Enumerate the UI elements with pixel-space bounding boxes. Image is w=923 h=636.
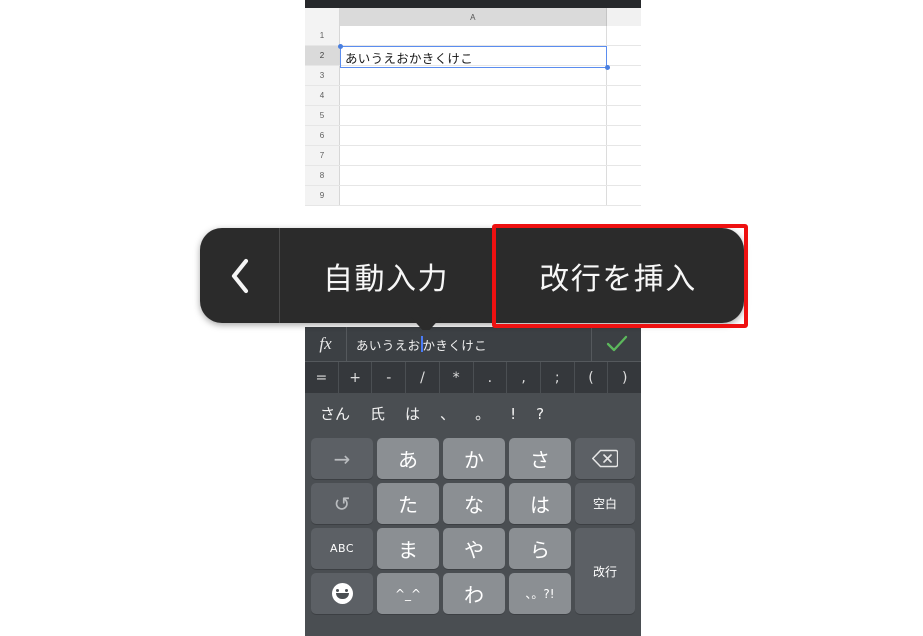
table-row[interactable]: 5 xyxy=(305,106,641,126)
symbol-key-row[interactable]: = + - / * . , ; ( ) xyxy=(305,362,641,393)
formula-bar[interactable]: fx あいうえお かきくけこ xyxy=(305,327,641,362)
suggestion-item[interactable]: さん xyxy=(313,403,357,424)
formula-text-after-caret: かきくけこ xyxy=(422,337,488,353)
suggestion-item[interactable]: 氏 xyxy=(363,403,392,424)
row-header[interactable]: 7 xyxy=(305,146,340,165)
suggestion-item[interactable]: は xyxy=(398,403,427,424)
row-header[interactable]: 5 xyxy=(305,106,340,125)
cell-a3[interactable] xyxy=(340,66,607,85)
row-header[interactable]: 4 xyxy=(305,86,340,105)
table-row[interactable]: 3 xyxy=(305,66,641,86)
row-header[interactable]: 6 xyxy=(305,126,340,145)
symbol-key-equals[interactable]: = xyxy=(305,362,339,393)
table-row[interactable]: 7 xyxy=(305,146,641,166)
cell-b1[interactable] xyxy=(607,26,641,45)
kana-ha-key[interactable]: は xyxy=(509,483,571,524)
table-row[interactable]: 4 xyxy=(305,86,641,106)
column-header-row: A xyxy=(305,8,641,26)
row-header[interactable]: 1 xyxy=(305,26,340,45)
symbol-key-minus[interactable]: - xyxy=(372,362,407,393)
symbol-key-paren-open[interactable]: ( xyxy=(575,362,609,393)
cell-b5[interactable] xyxy=(607,106,641,125)
context-toolbar: 自動入力 改行を挿入 xyxy=(200,228,744,323)
suggestion-item[interactable]: ? xyxy=(529,405,551,423)
cell-b4[interactable] xyxy=(607,86,641,105)
cell-a7[interactable] xyxy=(340,146,607,165)
cell-b6[interactable] xyxy=(607,126,641,145)
suggestion-item[interactable]: 、 xyxy=(433,403,462,424)
table-row[interactable]: 8 xyxy=(305,166,641,186)
row-header[interactable]: 8 xyxy=(305,166,340,185)
symbol-key-slash[interactable]: / xyxy=(406,362,440,393)
check-icon[interactable] xyxy=(591,327,641,362)
kaomoji-key[interactable]: ^_^ xyxy=(377,573,439,614)
suggestion-item[interactable]: 。 xyxy=(468,403,497,424)
cell-a5[interactable] xyxy=(340,106,607,125)
smiley-face-icon xyxy=(331,583,353,604)
formula-input[interactable]: あいうえお かきくけこ xyxy=(347,327,591,362)
kana-ma-key[interactable]: ま xyxy=(377,528,439,569)
symbol-key-comma[interactable]: , xyxy=(507,362,541,393)
backspace-key[interactable] xyxy=(575,438,635,479)
cell-b3[interactable] xyxy=(607,66,641,85)
symbol-key-period[interactable]: . xyxy=(474,362,508,393)
kana-a-key[interactable]: あ xyxy=(377,438,439,479)
symbol-key-paren-close[interactable]: ) xyxy=(608,362,641,393)
kana-na-key[interactable]: な xyxy=(443,483,505,524)
kana-sa-key[interactable]: さ xyxy=(509,438,571,479)
select-all-corner[interactable] xyxy=(305,8,340,26)
enter-newline-key[interactable]: 改行 xyxy=(575,528,635,614)
cell-b2[interactable] xyxy=(607,46,641,65)
undo-key[interactable]: ↺ xyxy=(311,483,373,524)
selection-handle-bottom-right[interactable] xyxy=(605,65,610,70)
row-header[interactable]: 3 xyxy=(305,66,340,85)
cell-a4[interactable] xyxy=(340,86,607,105)
symbol-key-semicolon[interactable]: ; xyxy=(541,362,575,393)
cell-a6[interactable] xyxy=(340,126,607,145)
table-row[interactable]: 6 xyxy=(305,126,641,146)
cell-b9[interactable] xyxy=(607,186,641,205)
selection-handle-top-left[interactable] xyxy=(338,44,343,49)
suggestion-row[interactable]: さん 氏 は 、 。 ! ? xyxy=(305,393,641,434)
kana-ra-key[interactable]: ら xyxy=(509,528,571,569)
column-header-a[interactable]: A xyxy=(340,8,607,26)
symbol-key-plus[interactable]: + xyxy=(339,362,373,393)
cell-a8[interactable] xyxy=(340,166,607,185)
cell-b8[interactable] xyxy=(607,166,641,185)
column-header-b[interactable] xyxy=(607,8,641,26)
key-grid[interactable]: → あ か さ ↺ た な は 空白 ABC ま や ら 改行 ^_^ わ 、。… xyxy=(305,434,641,636)
cell-a2-text: あいうえおかきくけこ xyxy=(345,50,474,66)
symbol-key-asterisk[interactable]: * xyxy=(440,362,474,393)
cell-a9[interactable] xyxy=(340,186,607,205)
menu-item-autofill[interactable]: 自動入力 xyxy=(280,228,493,323)
cell-a1[interactable] xyxy=(340,26,607,45)
app-status-bar xyxy=(305,0,641,8)
kana-wa-key[interactable]: わ xyxy=(443,573,505,614)
kana-ka-key[interactable]: か xyxy=(443,438,505,479)
menu-item-insert-newline[interactable]: 改行を挿入 xyxy=(493,228,743,323)
keyboard-panel[interactable]: fx あいうえお かきくけこ = + - / * . , ; ( ) さん 氏 は… xyxy=(305,327,641,636)
formula-text-before-caret: あいうえお xyxy=(356,337,421,353)
row-header[interactable]: 2 xyxy=(305,46,340,65)
emoji-key[interactable] xyxy=(311,573,373,614)
space-key[interactable]: 空白 xyxy=(575,483,635,524)
cursor-right-key[interactable]: → xyxy=(311,438,373,479)
spreadsheet-view[interactable]: A 1 2 3 4 5 6 7 8 9 あいうえおかきくけこ xyxy=(305,0,641,222)
chevron-left-icon[interactable] xyxy=(200,228,280,323)
row-header[interactable]: 9 xyxy=(305,186,340,205)
cell-b7[interactable] xyxy=(607,146,641,165)
table-row[interactable]: 1 xyxy=(305,26,641,46)
abc-mode-key[interactable]: ABC xyxy=(311,528,373,569)
suggestion-item[interactable]: ! xyxy=(503,405,523,423)
kana-ta-key[interactable]: た xyxy=(377,483,439,524)
table-row[interactable]: 9 xyxy=(305,186,641,206)
punctuation-key[interactable]: 、。?! xyxy=(509,573,571,614)
fx-icon[interactable]: fx xyxy=(305,327,347,362)
kana-ya-key[interactable]: や xyxy=(443,528,505,569)
